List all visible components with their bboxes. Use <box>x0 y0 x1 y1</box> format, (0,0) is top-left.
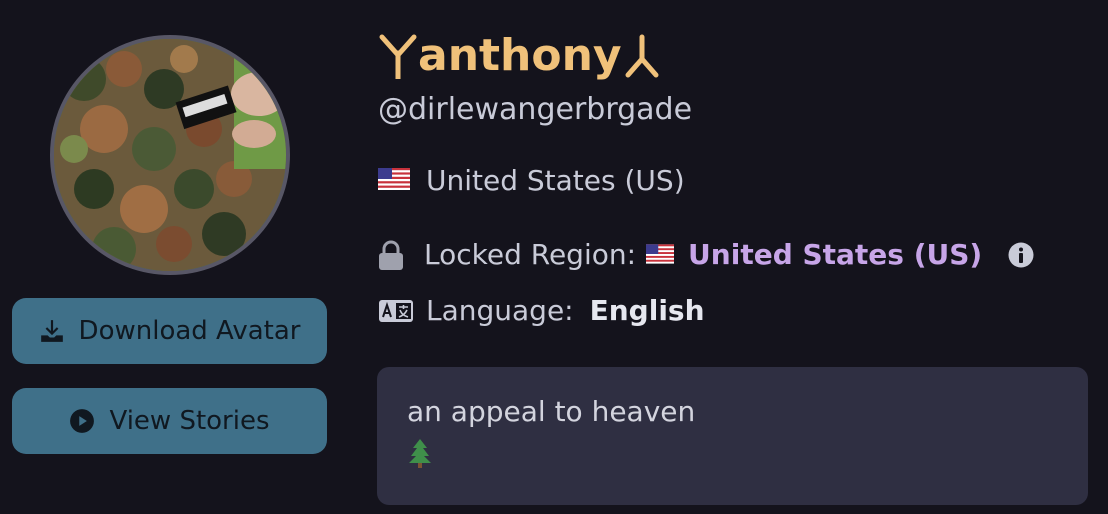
lock-icon <box>378 240 404 270</box>
language-icon <box>378 299 414 323</box>
language-row: Language: English <box>378 294 705 327</box>
download-avatar-label: Download Avatar <box>78 316 301 346</box>
play-circle-icon <box>69 408 95 434</box>
locked-region-value[interactable]: United States (US) <box>688 238 982 271</box>
info-circle-icon[interactable] <box>1008 242 1034 268</box>
country-value: United States (US) <box>426 164 685 197</box>
bio-box: an appeal to heaven <box>377 367 1088 505</box>
download-avatar-button[interactable]: Download Avatar <box>12 298 327 364</box>
view-stories-button[interactable]: View Stories <box>12 388 327 454</box>
language-value: English <box>589 294 705 327</box>
evergreen-tree-icon <box>407 438 1058 472</box>
algiz-rune-icon <box>378 33 418 79</box>
reverse-algiz-rune-icon <box>622 33 662 79</box>
display-name: anthony <box>378 30 662 81</box>
avatar-camo-image <box>54 39 286 271</box>
view-stories-label: View Stories <box>109 406 270 436</box>
language-label: Language: <box>426 294 574 327</box>
us-flag-icon <box>646 238 675 271</box>
username: @dirlewangerbrgade <box>378 92 693 127</box>
avatar <box>50 35 290 275</box>
display-name-text: anthony <box>418 30 622 81</box>
bio-text: an appeal to heaven <box>407 395 696 428</box>
locked-region-label: Locked Region: <box>424 238 637 271</box>
country-row: United States (US) <box>378 164 685 197</box>
avatar-column: Download Avatar View Stories <box>0 0 340 514</box>
locked-region-row: Locked Region: United States (US) <box>378 238 1034 271</box>
download-icon <box>39 318 65 344</box>
us-flag-icon <box>378 164 410 197</box>
